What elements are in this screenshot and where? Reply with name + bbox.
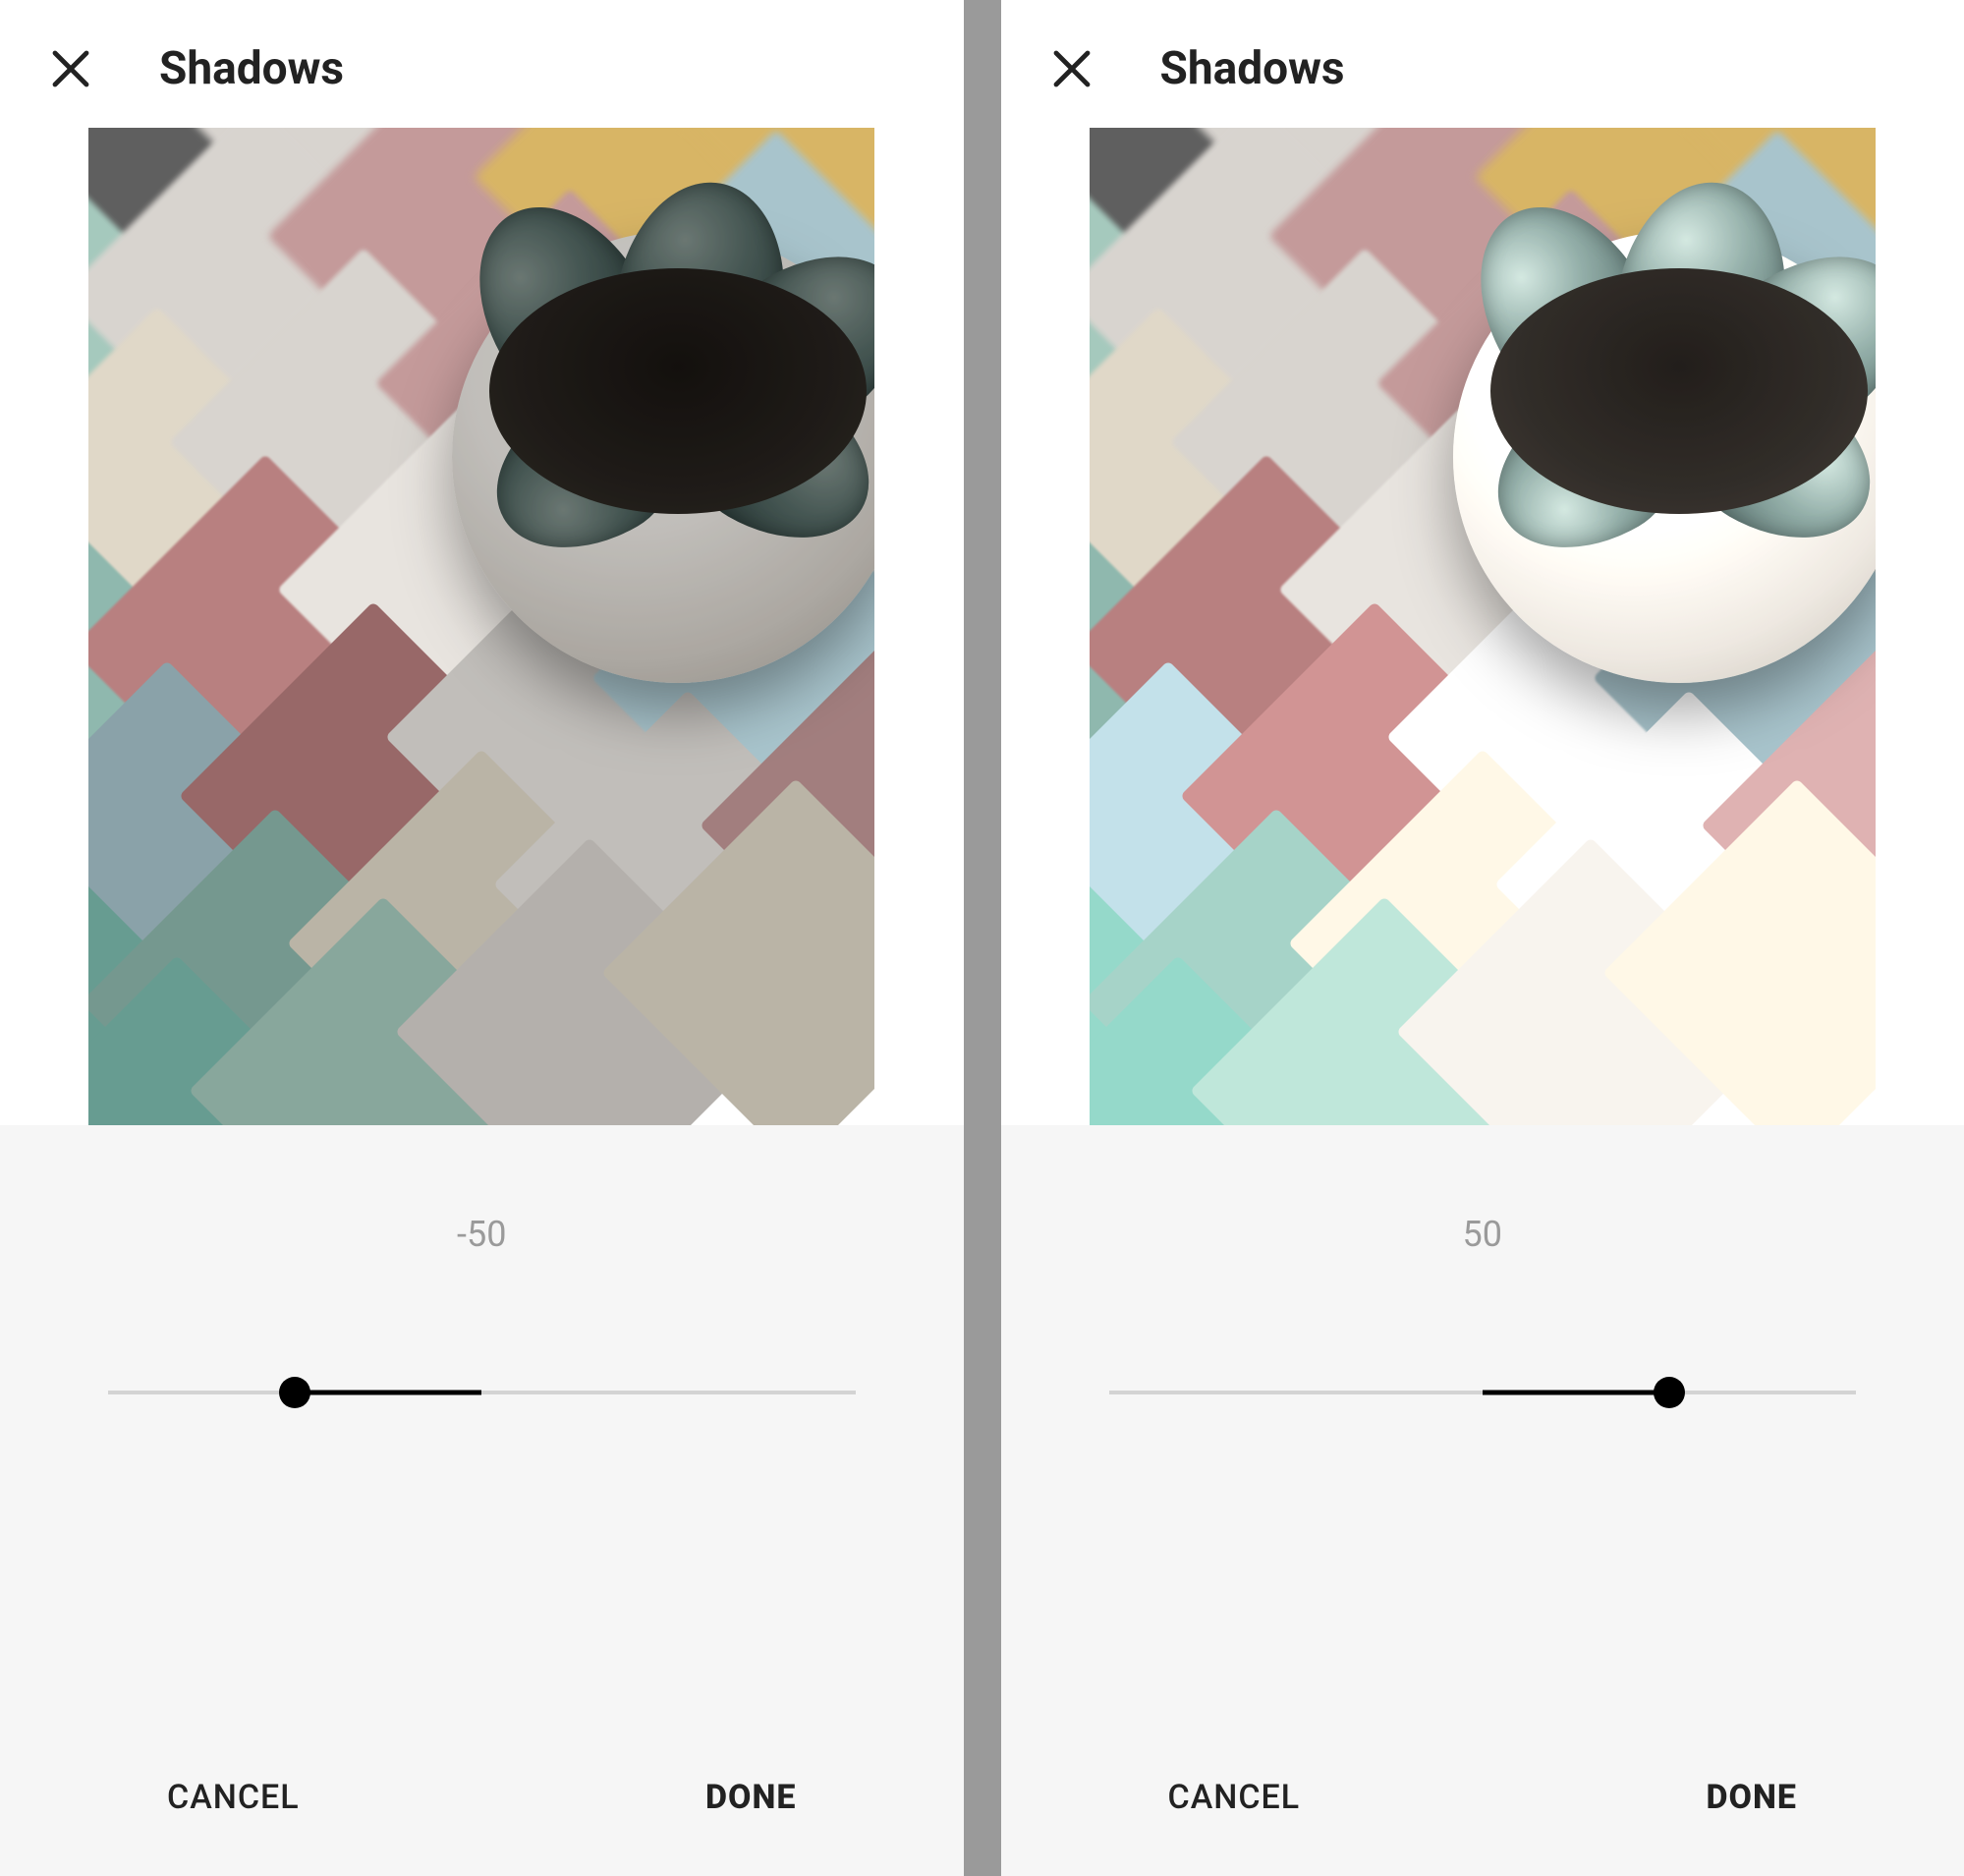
close-icon [47,45,94,92]
shadows-slider[interactable] [108,1373,856,1412]
close-icon [1048,45,1095,92]
header: Shadows [0,0,964,128]
slider-fill [1483,1391,1669,1395]
cancel-button[interactable]: CANCEL [1168,1778,1301,1817]
footer: CANCEL DONE [1001,1778,1964,1876]
slider-fill [295,1391,481,1395]
shadows-slider[interactable] [1109,1373,1857,1412]
photo-preview [88,128,874,1125]
controls-panel: -50 CANCEL DONE [0,1125,964,1876]
slider-value-label: 50 [1001,1214,1964,1255]
close-button[interactable] [41,39,100,98]
done-button[interactable]: DONE [1706,1778,1797,1817]
header: Shadows [1001,0,1964,128]
screen-right: Shadows [1001,0,1964,1876]
close-button[interactable] [1042,39,1101,98]
slider-track [108,1391,856,1394]
cancel-button[interactable]: CANCEL [167,1778,300,1817]
photo-pot [452,231,874,683]
comparison-canvas: Shadows [0,0,1964,1876]
photo-preview [1090,128,1876,1125]
photo-preview-wrap [0,128,964,1125]
screen-left: Shadows [0,0,964,1876]
slider-value-label: -50 [0,1214,964,1255]
page-title: Shadows [1160,42,1345,95]
page-title: Shadows [159,42,344,95]
slider-thumb[interactable] [1654,1377,1685,1408]
slider-thumb[interactable] [279,1377,310,1408]
footer: CANCEL DONE [0,1778,964,1876]
done-button[interactable]: DONE [705,1778,797,1817]
controls-panel: 50 CANCEL DONE [1001,1125,1964,1876]
photo-preview-wrap [1001,128,1964,1125]
